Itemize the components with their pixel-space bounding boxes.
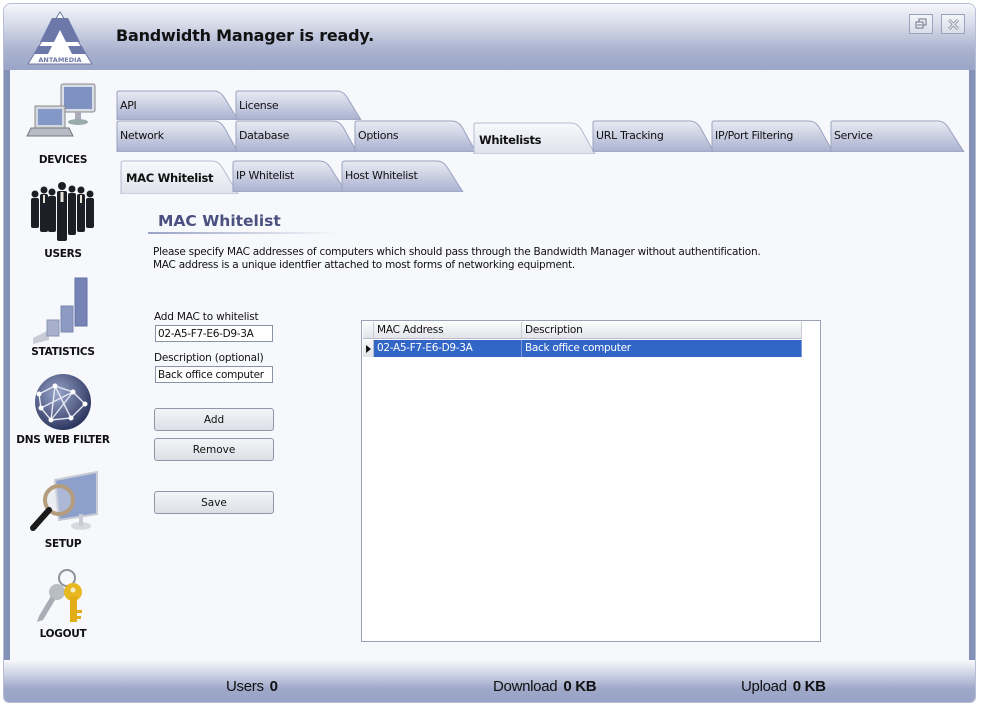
tab-api[interactable]: API <box>116 90 240 120</box>
current-row-arrow-icon <box>365 344 371 353</box>
close-button[interactable] <box>941 14 965 34</box>
sidebar-item-statistics[interactable]: STATISTICS <box>10 276 116 358</box>
globe-network-icon <box>35 374 91 430</box>
sidebar-item-label: DEVICES <box>38 154 88 166</box>
antamedia-logo: ANTAMEDIA <box>27 11 93 65</box>
column-header-description[interactable]: Description <box>522 322 802 338</box>
tab-label: IP Whitelist <box>236 169 294 182</box>
status-title: Bandwidth Manager is ready. <box>116 26 375 45</box>
row-selector[interactable] <box>363 340 374 357</box>
section-underline <box>148 232 338 234</box>
sidebar-item-label: STATISTICS <box>31 346 95 358</box>
sidebar-item-dns-web-filter[interactable]: DNS WEB FILTER <box>10 372 116 446</box>
tab-license[interactable]: License <box>235 90 363 120</box>
upload-value: 0 KB <box>792 678 826 695</box>
tab-label: Options <box>358 129 399 142</box>
sidebar-nav: DEVICES USERS STATISTICS DNS WEB FILTER … <box>10 70 116 660</box>
tab-label: Network <box>120 129 164 142</box>
brand-text: ANTAMEDIA <box>38 56 81 64</box>
tab-label: Whitelists <box>479 133 542 147</box>
section-title: MAC Whitelist <box>158 212 281 230</box>
close-icon <box>947 18 959 30</box>
tab-label: Database <box>239 129 290 142</box>
download-label: Download <box>493 678 558 695</box>
subtab-mac-whitelist[interactable]: MAC Whitelist <box>120 160 240 194</box>
tab-label: IP/Port Filtering <box>715 129 794 142</box>
tab-label: MAC Whitelist <box>126 171 214 185</box>
tab-label: License <box>239 99 279 112</box>
app-window: ANTAMEDIA Bandwidth Manager is ready. DE… <box>3 3 976 703</box>
description-line: MAC address is a unique identfier attach… <box>153 259 576 271</box>
sidebar-item-setup[interactable]: SETUP <box>10 470 116 550</box>
setup-magnifier-icon <box>30 470 98 531</box>
tab-label: URL Tracking <box>596 129 664 142</box>
remove-button[interactable]: Remove <box>154 438 274 461</box>
subtab-host-whitelist[interactable]: Host Whitelist <box>341 160 465 192</box>
users-icon <box>31 182 94 241</box>
sidebar-item-label: USERS <box>44 248 82 260</box>
description-field-label: Description (optional) <box>154 352 264 364</box>
description-line: Please specify MAC addresses of computer… <box>153 246 761 258</box>
sidebar-item-devices[interactable]: DEVICES <box>10 82 116 166</box>
table-row[interactable]: 02-A5-F7-E6-D9-3A Back office computer <box>363 340 802 357</box>
tab-label: Service <box>834 129 873 142</box>
tab-label: API <box>120 99 137 112</box>
users-label: Users <box>226 678 264 695</box>
mac-address-input[interactable] <box>155 325 273 342</box>
upload-label: Upload <box>741 678 787 695</box>
cell-mac[interactable]: 02-A5-F7-E6-D9-3A <box>374 340 522 357</box>
tab-url-tracking[interactable]: URL Tracking <box>592 120 716 152</box>
save-button[interactable]: Save <box>154 491 274 514</box>
row-header-corner <box>363 322 374 338</box>
tab-whitelists[interactable]: Whitelists <box>473 122 597 154</box>
sidebar-item-label: LOGOUT <box>39 628 87 640</box>
add-button[interactable]: Add <box>154 408 274 431</box>
tab-database[interactable]: Database <box>235 120 359 152</box>
section-description: Please specify MAC addresses of computer… <box>153 246 761 272</box>
users-stat: Users 0 <box>226 678 278 695</box>
restore-icon <box>915 18 927 29</box>
statistics-icon <box>33 277 88 344</box>
description-input[interactable] <box>155 366 273 383</box>
sidebar-item-label: DNS WEB FILTER <box>16 434 110 446</box>
main-content: API License Network Database Options Whi… <box>116 70 971 660</box>
sidebar-item-users[interactable]: USERS <box>10 180 116 260</box>
title-bar: ANTAMEDIA Bandwidth Manager is ready. <box>4 4 975 70</box>
tab-ip-port-filtering[interactable]: IP/Port Filtering <box>711 120 835 152</box>
upload-stat: Upload 0 KB <box>741 678 826 695</box>
grid-header: MAC Address Description <box>363 322 802 339</box>
tab-label: Host Whitelist <box>345 169 418 182</box>
download-stat: Download 0 KB <box>493 678 597 695</box>
users-value: 0 <box>269 678 278 695</box>
sidebar-item-label: SETUP <box>44 538 82 550</box>
tab-service[interactable]: Service <box>830 120 966 152</box>
column-header-mac[interactable]: MAC Address <box>374 322 522 338</box>
keys-icon <box>37 569 82 622</box>
restore-button[interactable] <box>909 14 933 34</box>
mac-field-label: Add MAC to whitelist <box>154 311 259 323</box>
download-value: 0 KB <box>563 678 597 695</box>
status-bar: Users 0 Download 0 KB Upload 0 KB <box>4 660 975 702</box>
tab-options[interactable]: Options <box>354 120 478 152</box>
tab-network[interactable]: Network <box>116 120 240 152</box>
sidebar-item-logout[interactable]: LOGOUT <box>10 566 116 640</box>
cell-description[interactable]: Back office computer <box>522 340 802 357</box>
subtab-ip-whitelist[interactable]: IP Whitelist <box>232 160 348 192</box>
devices-icon <box>26 83 96 137</box>
mac-whitelist-grid[interactable]: MAC Address Description 02-A5-F7-E6-D9-3… <box>361 320 821 642</box>
